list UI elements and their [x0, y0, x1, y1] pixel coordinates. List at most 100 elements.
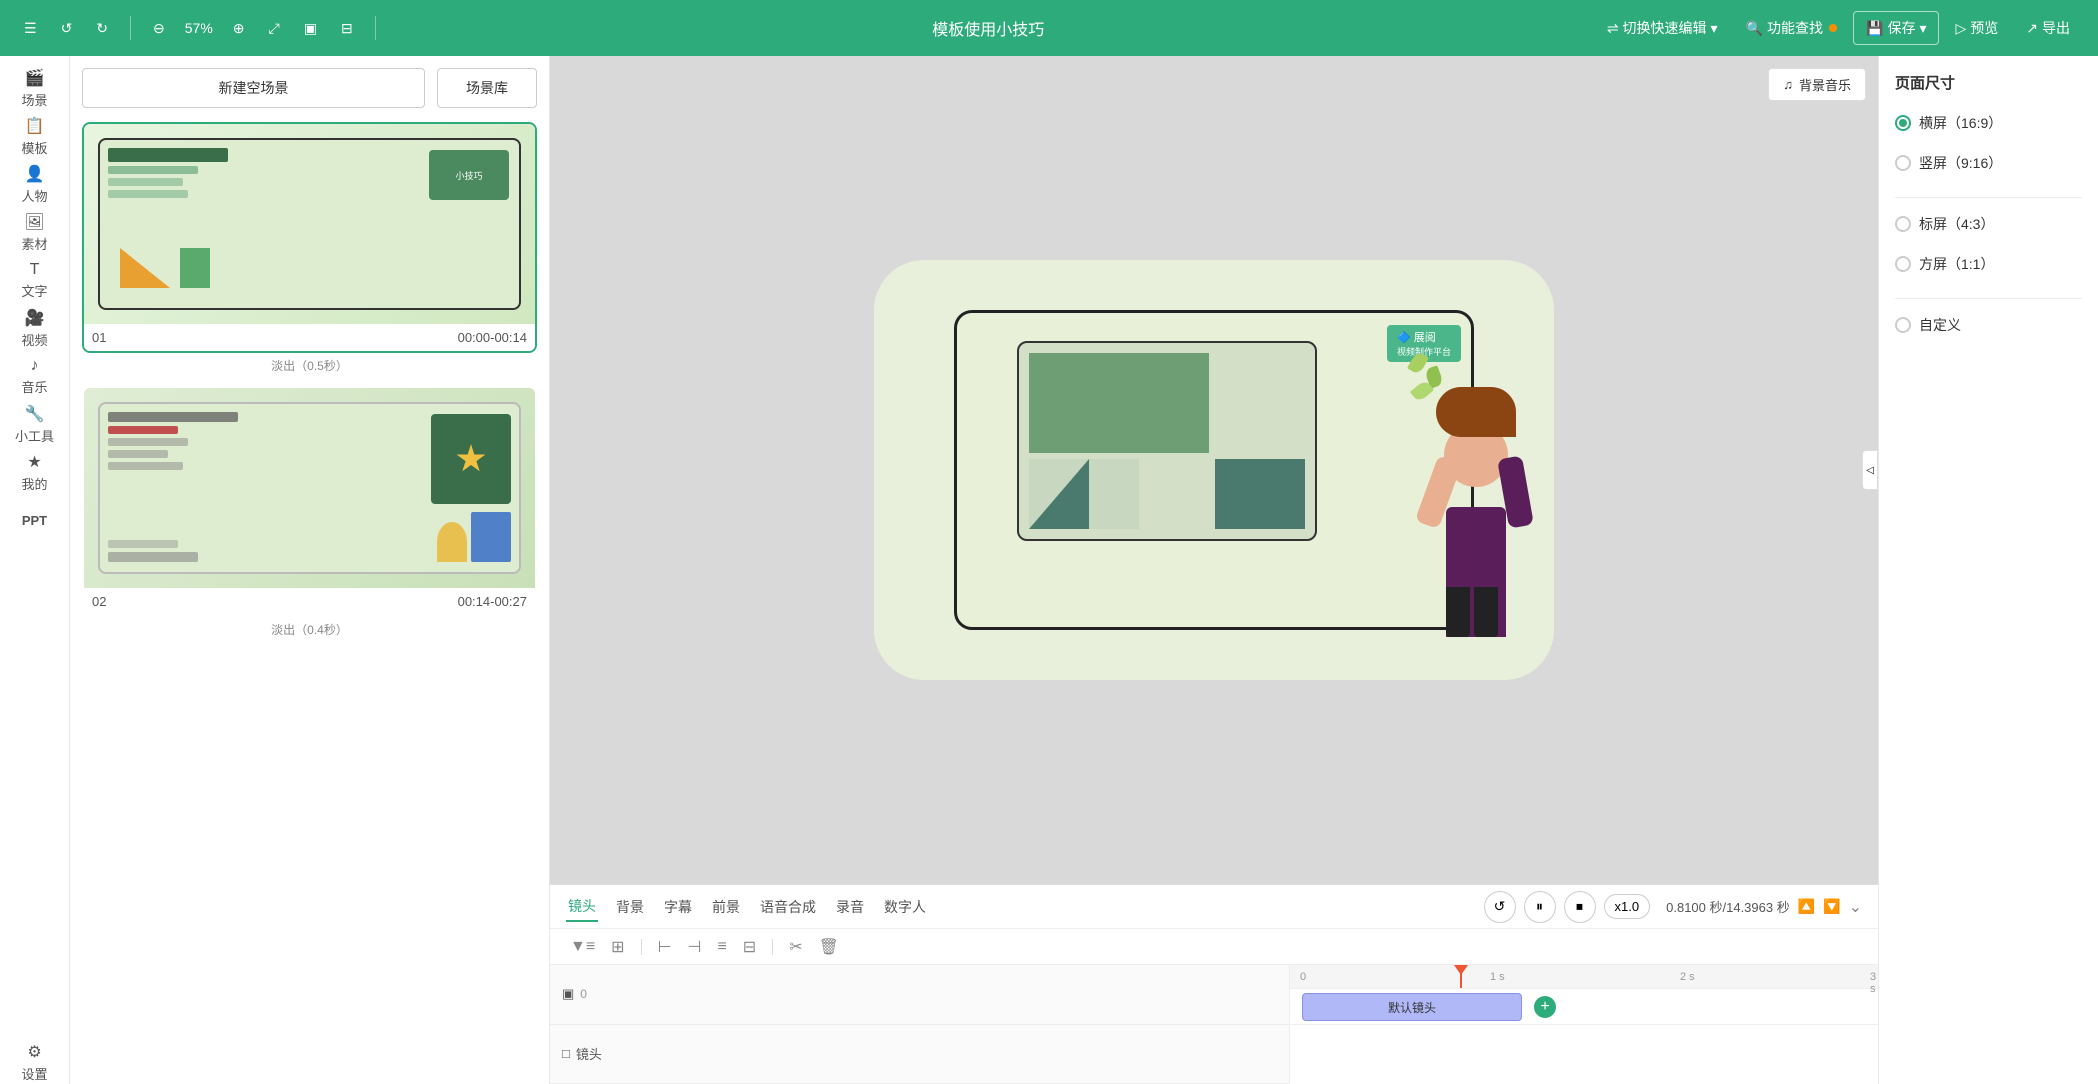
sidebar-item-ppt[interactable]: PPT [5, 498, 65, 542]
option-portrait[interactable]: 竖屏（9:16） [1895, 153, 2082, 173]
radio-standard[interactable] [1895, 216, 1911, 232]
menu-button[interactable]: ☰ [16, 16, 45, 41]
expand-timeline-button[interactable]: ⌄ [1849, 897, 1862, 917]
scene-label: 场景 [21, 90, 47, 109]
playhead[interactable] [1460, 965, 1462, 988]
undo-button[interactable]: ↺ [53, 16, 81, 41]
sidebar-item-text[interactable]: T 文字 [5, 258, 65, 302]
sidebar-item-mine[interactable]: ★ 我的 [5, 450, 65, 494]
align-center-icon[interactable]: ≡ [713, 936, 730, 958]
tab-foreground[interactable]: 前景 [710, 893, 742, 921]
settings-label: 设置 [21, 1064, 47, 1083]
settings-icon: ⚙ [27, 1042, 41, 1062]
menu-icon: ☰ [24, 20, 37, 37]
grid-timeline-icon[interactable]: ⊞ [607, 935, 628, 959]
export-icon: ↗ [2026, 20, 2038, 37]
layout-button[interactable]: ⊟ [333, 16, 361, 41]
scene-library-button[interactable]: 场景库 [437, 68, 537, 108]
slide-canvas[interactable]: 🔷 展阅视频制作平台 [954, 310, 1474, 630]
save-button[interactable]: 💾 保存 ▾ [1853, 11, 1939, 45]
mine-label: 我的 [21, 474, 47, 493]
center-area: ♫ 背景音乐 🔷 展阅视频制作平台 [550, 56, 1878, 1084]
align-left-icon[interactable]: ⊢ [654, 935, 676, 959]
radio-landscape[interactable] [1895, 115, 1911, 131]
search-icon: 🔍 [1746, 20, 1763, 37]
speed-button[interactable]: x1.0 [1604, 894, 1651, 919]
text-icon: T [30, 261, 40, 279]
tab-recording[interactable]: 录音 [834, 893, 866, 921]
fullscreen-icon: ⤢ [269, 20, 280, 37]
align-right-icon[interactable]: ⊣ [684, 935, 706, 959]
pause-button[interactable]: ⏸ [1524, 891, 1556, 923]
scene-transition-2: 淡出（0.4秒） [82, 617, 537, 642]
fullscreen-button[interactable]: ⤢ [261, 16, 288, 41]
timeline-tools: ▼≡ ⊞ ⊢ ⊣ ≡ ⊟ ✂ 🗑 [550, 929, 1878, 965]
time-display: 0.8100 秒/14.3963 秒 [1666, 897, 1790, 916]
stop-button[interactable]: ⏹ [1564, 891, 1596, 923]
top-toolbar: ☰ ↺ ↻ ⊖ 57% ⊕ ⤢ ▣ ⊟ 模板使用小技巧 ⇌ 切换快速编辑 ▾ 🔍… [0, 0, 2098, 56]
grid-button[interactable]: ▣ [296, 16, 325, 41]
zoom-out-button[interactable]: ⊖ [145, 16, 173, 41]
distribute-icon[interactable]: ⊟ [739, 935, 760, 959]
timeline-track-area: 0 1 s 2 s 3 s 4 s 默认镜头 [1290, 965, 1878, 1084]
sidebar-item-music[interactable]: ♪ 音乐 [5, 354, 65, 398]
timeline-controls: ↺ ⏸ ⏹ x1.0 0.8100 秒/14.3963 秒 🔼 🔽 ⌄ [1484, 891, 1862, 923]
new-scene-button[interactable]: 新建空场景 [82, 68, 425, 108]
add-track-button[interactable]: + [1534, 996, 1556, 1018]
delete-icon[interactable]: 🗑 [815, 935, 843, 959]
volume-up-button[interactable]: 🔼 [1798, 898, 1815, 915]
redo-button[interactable]: ↻ [88, 16, 116, 41]
radio-square[interactable] [1895, 256, 1911, 272]
volume-down-button[interactable]: 🔽 [1823, 898, 1840, 915]
tab-background[interactable]: 背景 [614, 893, 646, 921]
scene-id-2: 02 [92, 594, 106, 609]
video-label: 视频 [21, 330, 47, 349]
material-label: 素材 [21, 234, 47, 253]
radio-custom[interactable] [1895, 317, 1911, 333]
ruler-text: 0 [580, 987, 587, 1001]
scene-icon: 🎬 [25, 68, 45, 88]
tool-divider2 [772, 939, 773, 955]
tab-subtitle[interactable]: 字幕 [662, 893, 694, 921]
reset-button[interactable]: ↺ [1484, 891, 1516, 923]
zoom-in-button[interactable]: ⊕ [225, 16, 253, 41]
camera-track-label: □ 镜头 [550, 1025, 1289, 1084]
right-toolbar: ⇌ 切换快速编辑 ▾ 🔍 功能查找 💾 保存 ▾ ▷ 预览 ↗ 导出 [1595, 11, 2082, 45]
sidebar-item-settings[interactable]: ⚙ 设置 [5, 1040, 65, 1084]
scene-panel: 新建空场景 场景库 小技巧 [70, 56, 550, 1084]
collapse-panel-button[interactable]: ◁ [1862, 450, 1878, 490]
save-dropdown-icon: ▾ [1919, 20, 1926, 37]
option-custom[interactable]: 自定义 [1895, 315, 2082, 335]
timeline-body: ▣ 0 □ 镜头 0 1 s 2 s 3 s 4 s [550, 965, 1878, 1084]
default-camera-label: 默认镜头 [1388, 999, 1436, 1016]
sidebar-item-scene[interactable]: 🎬 场景 [5, 66, 65, 110]
filter-icon[interactable]: ▼≡ [566, 936, 599, 958]
option-square[interactable]: 方屏（1:1） [1895, 254, 2082, 274]
tab-camera[interactable]: 镜头 [566, 892, 598, 922]
switch-edit-button[interactable]: ⇌ 切换快速编辑 ▾ [1595, 12, 1730, 44]
radio-portrait[interactable] [1895, 155, 1911, 171]
default-camera-block[interactable]: 默认镜头 [1302, 993, 1522, 1021]
slide-inner-frame [1017, 341, 1317, 541]
preview-button[interactable]: ▷ 预览 [1943, 12, 2010, 44]
feature-search-button[interactable]: 🔍 功能查找 [1734, 12, 1849, 44]
scene-card-1[interactable]: 小技巧 01 00:00-00:14 [82, 122, 537, 353]
split-icon[interactable]: ✂ [785, 935, 806, 959]
tools-label: 小工具 [15, 426, 54, 445]
scene-card-2[interactable]: 02 00:14-00:27 [82, 386, 537, 617]
preview-icon: ▷ [1955, 20, 1966, 37]
tab-digital-human[interactable]: 数字人 [882, 893, 928, 921]
sidebar-item-character[interactable]: 👤 人物 [5, 162, 65, 206]
sidebar-item-tools[interactable]: 🔧 小工具 [5, 402, 65, 446]
sidebar-item-material[interactable]: 🖼 素材 [5, 210, 65, 254]
sidebar-item-video[interactable]: 🎥 视频 [5, 306, 65, 350]
character-figure [1401, 357, 1551, 637]
export-button[interactable]: ↗ 导出 [2014, 12, 2082, 44]
sidebar-item-template[interactable]: 📋 模板 [5, 114, 65, 158]
panel-title: 页面尺寸 [1895, 72, 2082, 93]
custom-label: 自定义 [1919, 315, 1961, 335]
option-standard[interactable]: 标屏（4:3） [1895, 214, 2082, 234]
option-landscape[interactable]: 横屏（16:9） [1895, 113, 2082, 133]
tool-divider [641, 939, 642, 955]
tab-voice-synthesis[interactable]: 语音合成 [758, 893, 818, 921]
